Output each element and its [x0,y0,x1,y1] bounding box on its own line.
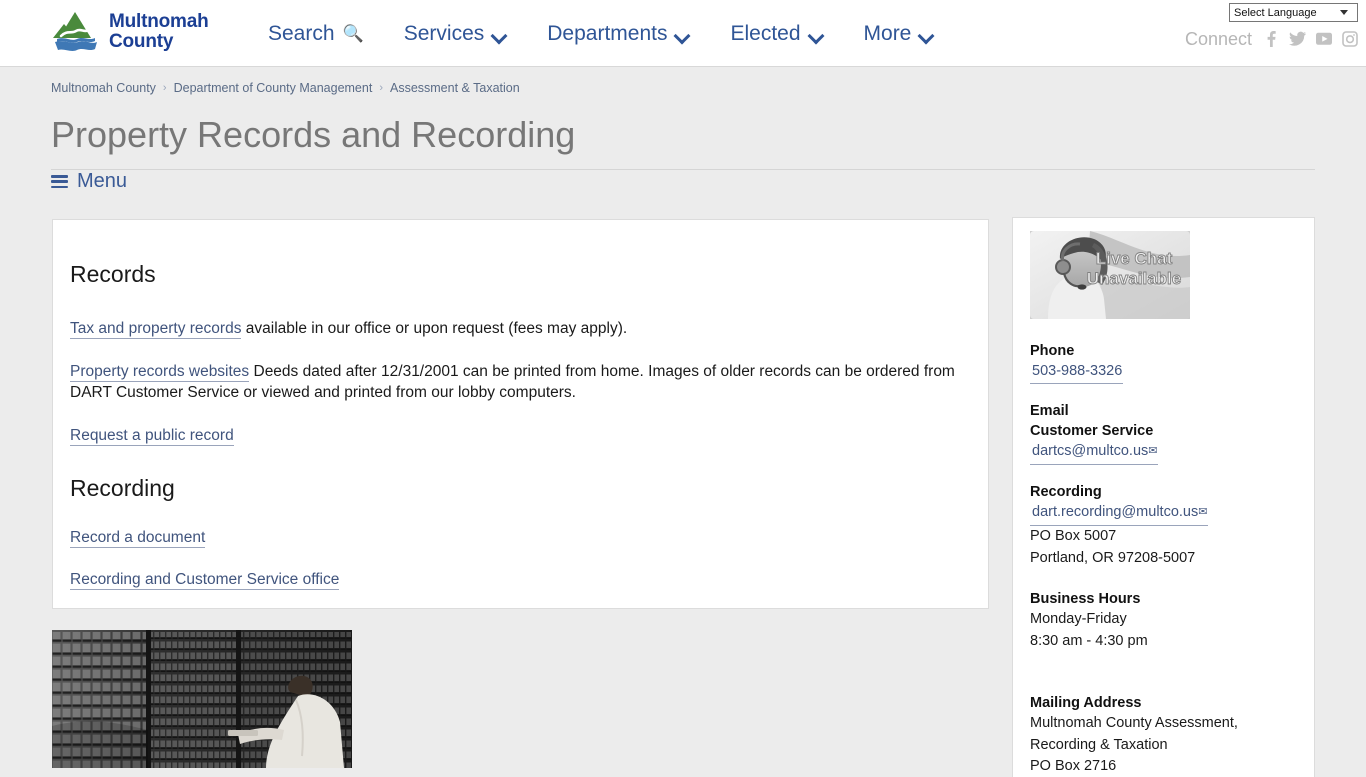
breadcrumb-item-assessment-taxation[interactable]: Assessment & Taxation [390,81,520,95]
link-recording-and-customer-service-office[interactable]: Recording and Customer Service office [70,571,340,590]
records-paragraph-3: Request a public record [70,425,970,446]
hamburger-icon [51,175,68,188]
main-content-card: Records Tax and property records availab… [52,219,989,609]
sidebar-mailing-line-1: Multnomah County Assessment, [1030,715,1238,731]
sidebar-recording-po-box: PO Box 5007 [1030,528,1117,544]
live-chat-unavailable-image[interactable]: Live Chat Unavailable [1030,231,1190,319]
sidebar-business-hours-block: Business Hours Monday-Friday 8:30 am - 4… [1030,589,1314,652]
sidebar-email-label: Email [1030,403,1069,419]
recording-paragraph-2: Recording and Customer Service office [70,569,970,590]
nav-label-search: Search [268,22,335,45]
sidebar-mailing-address-label: Mailing Address [1030,695,1142,711]
menu-toggle-button[interactable]: Menu [51,170,127,193]
sidebar-business-hours-label: Business Hours [1030,591,1141,607]
nav-item-services[interactable]: Services [404,21,508,47]
link-record-a-document[interactable]: Record a document [70,529,206,548]
sidebar-email-block: Email Customer Service dartcs@multco.us✉ [1030,401,1314,465]
sidebar-recording-email[interactable]: dart.recording@multco.us✉ [1030,502,1209,526]
facebook-icon[interactable] [1263,31,1280,48]
nav-item-elected[interactable]: Elected [730,21,823,47]
records-paragraph-1: Tax and property records available in ou… [70,318,970,339]
sidebar-business-hours-time: 8:30 am - 4:30 pm [1030,632,1148,649]
svg-text:Live Chat: Live Chat [1096,249,1173,268]
sidebar-customer-service-email-text: dartcs@multco.us [1032,443,1149,459]
instagram-icon[interactable] [1341,31,1358,48]
sidebar-customer-service-email[interactable]: dartcs@multco.us✉ [1030,441,1159,465]
sidebar-mailing-address-block: Mailing Address Multnomah County Assessm… [1030,693,1314,777]
sidebar-recording-city: Portland, OR 97208-5007 [1030,549,1196,566]
nav-item-more[interactable]: More [864,21,935,47]
sidebar-phone-label: Phone [1030,343,1075,359]
nav-item-search[interactable]: Search 🔍 [268,21,364,47]
twitter-icon[interactable] [1289,31,1306,48]
link-request-a-public-record[interactable]: Request a public record [70,427,234,446]
breadcrumb-item-department-of-county-management[interactable]: Department of County Management [174,81,373,95]
link-tax-and-property-records[interactable]: Tax and property records [70,320,242,339]
main-navigation: Search 🔍 Services Departments Elected Mo… [268,21,934,47]
language-select-value: Select Language [1234,6,1317,19]
nav-label-departments: Departments [547,22,668,45]
link-property-records-websites[interactable]: Property records websites [70,363,250,382]
nav-label-more: More [863,22,912,45]
breadcrumb: Multnomah County › Department of County … [51,81,520,95]
records-paragraph-2: Property records websites Deeds dated af… [70,361,970,403]
logo-line-2: County [109,31,174,52]
recording-heading: Recording [70,475,175,501]
breadcrumb-separator-icon: › [379,82,383,94]
sidebar-phone-number[interactable]: 503-988-3326 [1030,361,1124,384]
envelope-icon: ✉ [1148,445,1158,457]
chevron-down-icon [809,28,824,43]
sidebar-phone-block: Phone 503-988-3326 [1030,341,1314,384]
search-icon: 🔍 [342,24,364,43]
breadcrumb-separator-icon: › [162,82,167,94]
sidebar-recording-block: Recording dart.recording@multco.us✉ PO B… [1030,482,1314,569]
sidebar-mailing-line-3: PO Box 2716 [1030,758,1117,774]
chevron-down-icon [1340,10,1348,15]
envelope-icon: ✉ [1198,506,1208,518]
logo-line-1: Multnomah [109,11,209,32]
sidebar-mailing-line-2: Recording & Taxation [1030,736,1168,753]
breadcrumb-item-multnomah-county[interactable]: Multnomah County [51,81,156,95]
nav-label-services: Services [403,22,485,45]
site-logo[interactable]: Multnomah County [51,8,209,56]
recording-paragraph-1: Record a document [70,527,970,548]
archive-records-wall-photo [52,630,352,768]
records-heading: Records [70,261,156,287]
sidebar-contact-card: Live Chat Unavailable Phone 503-988-3326… [1012,217,1315,777]
chevron-down-icon [675,28,690,43]
sidebar-customer-service-label: Customer Service [1030,423,1154,439]
connect-social-row: Connect [1185,29,1358,49]
connect-label: Connect [1184,29,1252,49]
logo-wordmark: Multnomah County [109,12,209,52]
nav-item-departments[interactable]: Departments [547,21,690,47]
sidebar-recording-label: Recording [1030,484,1102,500]
youtube-icon[interactable] [1315,31,1332,48]
records-paragraph-1-text: available in our office or upon request … [241,320,628,337]
site-header: Multnomah County Search 🔍 Services Depar… [0,0,1366,67]
page-title: Property Records and Recording [51,113,1315,170]
multnomah-county-mountain-logo [51,8,101,56]
sidebar-business-hours-days: Monday-Friday [1030,611,1127,627]
sidebar-recording-email-text: dart.recording@multco.us [1032,504,1199,520]
nav-label-elected: Elected [730,22,801,45]
chevron-down-icon [919,28,934,43]
chevron-down-icon [492,28,507,43]
language-select[interactable]: Select Language [1229,3,1358,22]
svg-text:Unavailable: Unavailable [1087,269,1182,288]
menu-toggle-label: Menu [77,170,128,192]
